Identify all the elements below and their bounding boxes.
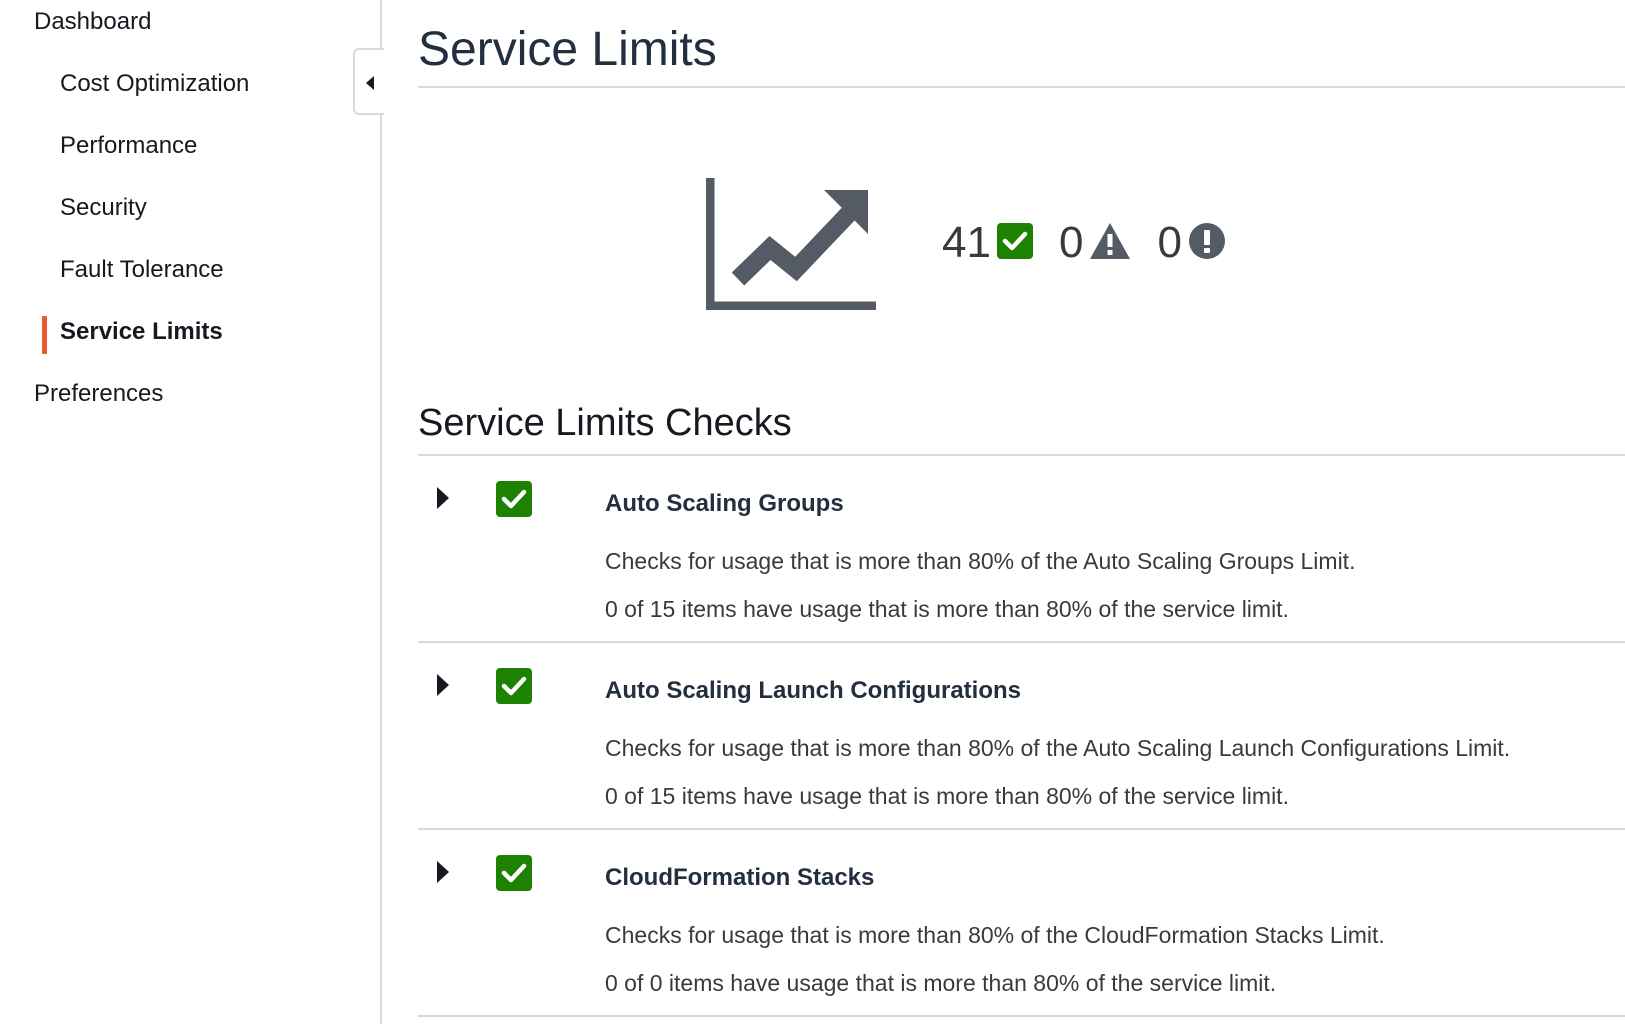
check-row: Auto Scaling Launch Configurations Check…	[418, 643, 1625, 830]
check-status: 0 of 15 items have usage that is more th…	[605, 596, 1289, 622]
caret-right-icon[interactable]	[436, 486, 450, 510]
page-title: Service Limits	[418, 23, 717, 76]
main-content: Service Limits 41 0 0 Service Limits Che…	[418, 0, 1625, 1024]
check-square-icon[interactable]	[996, 222, 1033, 264]
check-name[interactable]: Auto Scaling Launch Configurations	[605, 677, 1021, 705]
sidebar-item-cost-optimization[interactable]: Cost Optimization	[60, 70, 249, 98]
warning-count: 0	[1058, 218, 1084, 267]
check-name[interactable]: CloudFormation Stacks	[605, 864, 874, 892]
check-summary: 41 0 0	[942, 216, 1226, 270]
ok-count: 41	[942, 218, 991, 267]
sidebar-collapse-button[interactable]	[353, 48, 384, 115]
sidebar-item-dashboard[interactable]: Dashboard	[34, 8, 151, 36]
trending-up-chart-icon	[706, 178, 876, 310]
check-row: CloudFormation Stacks Checks for usage t…	[418, 830, 1625, 1017]
sidebar: Dashboard Cost Optimization Performance …	[0, 0, 382, 1024]
error-count: 0	[1157, 218, 1182, 267]
check-description: Checks for usage that is more than 80% o…	[605, 735, 1511, 761]
sidebar-item-fault-tolerance[interactable]: Fault Tolerance	[60, 256, 224, 284]
check-name[interactable]: Auto Scaling Groups	[605, 490, 844, 518]
sidebar-item-security[interactable]: Security	[60, 194, 147, 222]
sidebar-item-performance[interactable]: Performance	[60, 132, 197, 160]
check-description: Checks for usage that is more than 80% o…	[605, 548, 1356, 574]
check-square-icon	[496, 668, 532, 704]
check-square-icon	[496, 855, 532, 891]
title-divider	[418, 86, 1625, 88]
sidebar-item-service-limits[interactable]: Service Limits	[60, 318, 223, 346]
exclamation-circle-icon[interactable]	[1188, 222, 1226, 265]
check-square-icon	[496, 481, 532, 517]
active-indicator	[42, 316, 47, 354]
caret-right-icon[interactable]	[436, 673, 450, 697]
checks-section-title: Service Limits Checks	[418, 402, 792, 444]
caret-right-icon[interactable]	[436, 860, 450, 884]
check-status: 0 of 15 items have usage that is more th…	[605, 783, 1289, 809]
check-status: 0 of 0 items have usage that is more tha…	[605, 970, 1277, 996]
check-row: Auto Scaling Groups Checks for usage tha…	[418, 456, 1625, 643]
warning-triangle-icon[interactable]	[1089, 222, 1131, 265]
sidebar-item-preferences[interactable]: Preferences	[34, 380, 163, 408]
check-description: Checks for usage that is more than 80% o…	[605, 922, 1385, 948]
caret-left-icon	[366, 76, 374, 90]
